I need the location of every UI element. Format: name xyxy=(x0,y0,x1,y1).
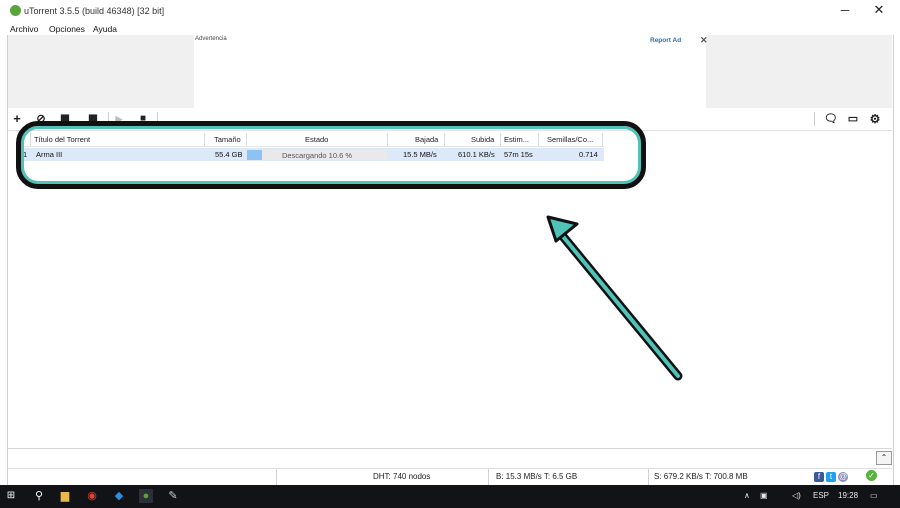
clock[interactable]: 19:28 xyxy=(838,491,858,500)
network-icon[interactable]: ▣ xyxy=(760,491,768,500)
download-status: B: 15.3 MB/s T: 6.5 GB xyxy=(496,472,578,481)
language-indicator[interactable]: ESP xyxy=(813,491,829,500)
app-taskbar-icon[interactable]: ✎ xyxy=(166,489,180,503)
taskbar: ⊞ ⚲ ▆ ◉ ◆ ● ✎ ∧ ▣ ◁) ESP 19:28 ▭ xyxy=(0,485,900,508)
annotation-arrow-icon xyxy=(546,215,683,381)
utorrent-taskbar-icon[interactable]: ● xyxy=(139,489,153,503)
status-divider xyxy=(648,469,649,485)
facebook-icon[interactable]: f xyxy=(814,472,824,482)
search-icon[interactable]: ⚲ xyxy=(32,489,46,503)
file-explorer-icon[interactable]: ▆ xyxy=(58,489,72,503)
volume-icon[interactable]: ◁) xyxy=(792,491,801,500)
upload-status: S: 679.2 KB/s T: 700.8 MB xyxy=(654,472,748,481)
status-divider xyxy=(276,469,277,485)
windows-start-icon[interactable]: ⊞ xyxy=(4,489,18,503)
dht-status: DHT: 740 nodos xyxy=(373,472,431,481)
status-bar: DHT: 740 nodos B: 15.3 MB/s T: 6.5 GB S:… xyxy=(8,468,892,485)
status-divider xyxy=(488,469,489,485)
twitter-icon[interactable]: t xyxy=(826,472,836,482)
web-icon[interactable]: @ xyxy=(838,472,848,482)
detail-pane-bar xyxy=(8,448,892,467)
chrome-icon[interactable]: ◉ xyxy=(85,489,99,503)
notifications-icon[interactable]: ▭ xyxy=(870,491,878,500)
tray-chevron-icon[interactable]: ∧ xyxy=(744,491,750,500)
status-ok-icon: ✓ xyxy=(866,470,877,481)
expand-details-button[interactable]: ⌃ xyxy=(876,451,892,465)
vscode-icon[interactable]: ◆ xyxy=(112,489,126,503)
